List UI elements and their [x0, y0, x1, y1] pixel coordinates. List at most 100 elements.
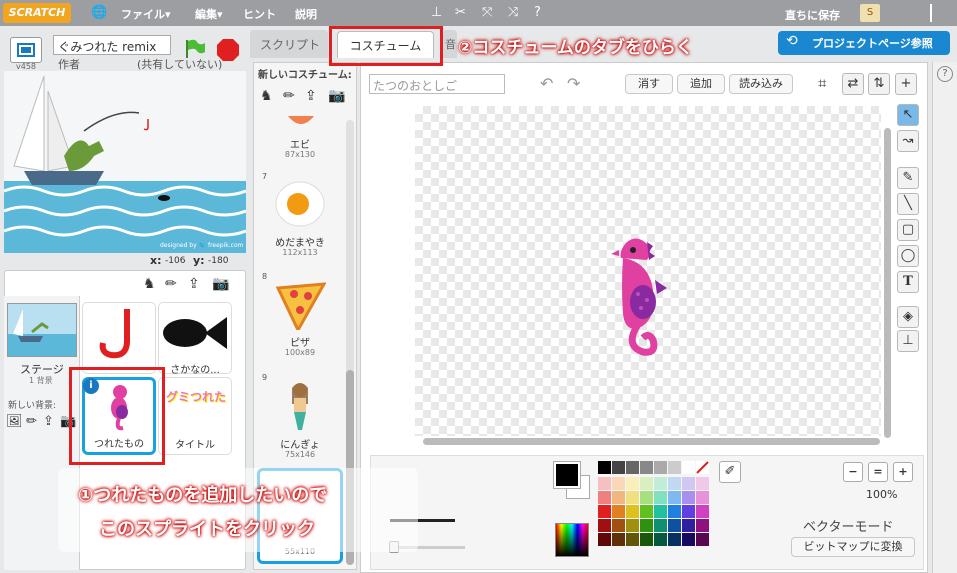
palette-swatch[interactable] — [682, 505, 695, 518]
palette-swatch[interactable] — [626, 461, 639, 474]
palette-swatch[interactable] — [654, 519, 667, 532]
zoom-reset-icon[interactable]: = — [868, 462, 888, 482]
palette-swatch[interactable] — [696, 505, 709, 518]
flip-vertical-icon[interactable]: ⇅ — [868, 73, 890, 95]
upload-costume-icon[interactable]: ⇪ — [305, 88, 317, 104]
palette-swatch[interactable] — [640, 519, 653, 532]
camera-costume-icon[interactable]: 📷 — [328, 88, 345, 104]
shrink-icon[interactable]: ⤨ — [508, 5, 518, 20]
paint-sprite-icon[interactable]: ✏ — [165, 276, 177, 292]
palette-swatch[interactable] — [626, 477, 639, 490]
project-title-input[interactable]: ぐみつれた remix — [53, 35, 171, 55]
stop-sign-icon[interactable] — [216, 38, 240, 62]
palette-swatch[interactable] — [654, 477, 667, 490]
palette-swatch[interactable] — [682, 461, 695, 474]
convert-to-bitmap-button[interactable]: ビットマップに変換 — [791, 537, 915, 557]
costume-item-pizza[interactable]: ピザ 100x89 — [260, 280, 340, 362]
costume-name-input[interactable]: たつのおとしご — [369, 74, 505, 94]
set-center-icon[interactable]: + — [895, 73, 917, 95]
costume-library-icon[interactable]: ♞ — [260, 88, 273, 104]
grow-icon[interactable]: ⤧ — [482, 5, 492, 20]
zoom-out-icon[interactable]: − — [843, 462, 863, 482]
sprite-tile-hook[interactable]: つり針 — [82, 302, 156, 375]
ellipse-tool-icon[interactable]: ◯ — [897, 245, 919, 267]
tips-help-icon[interactable]: ? — [937, 66, 953, 82]
select-tool-icon[interactable]: ↖ — [897, 104, 919, 126]
scratch-logo[interactable]: SCRATCH — [3, 3, 71, 23]
palette-swatch[interactable] — [696, 533, 709, 546]
palette-swatch[interactable] — [640, 491, 653, 504]
stamp-tool-icon[interactable]: ⊥ — [897, 330, 919, 352]
palette-swatch[interactable] — [668, 519, 681, 532]
flip-horizontal-icon[interactable]: ⇄ — [842, 73, 864, 95]
palette-swatch[interactable] — [626, 491, 639, 504]
paint-costume-icon[interactable]: ✏ — [283, 88, 295, 104]
fullscreen-button[interactable] — [10, 37, 42, 63]
palette-swatch[interactable] — [598, 519, 611, 532]
help-icon[interactable]: ? — [534, 5, 541, 20]
save-now-link[interactable]: 直ちに保存 — [785, 7, 840, 23]
stage-thumbnail[interactable] — [7, 303, 77, 357]
upload-sprite-icon[interactable]: ⇪ — [188, 276, 200, 292]
palette-swatch[interactable] — [696, 519, 709, 532]
costume-item-egg[interactable]: めだまやき 112x113 — [260, 180, 340, 262]
palette-swatch[interactable] — [668, 491, 681, 504]
clear-button[interactable]: 消す — [625, 74, 673, 94]
primary-color-swatch[interactable] — [553, 461, 581, 489]
choose-sprite-icon[interactable]: ♞ — [143, 276, 156, 292]
paint-canvas[interactable] — [415, 106, 881, 436]
import-button[interactable]: 読み込み — [729, 74, 793, 94]
canvas-hscrollbar[interactable] — [423, 438, 880, 445]
palette-swatch[interactable] — [640, 477, 653, 490]
palette-swatch[interactable] — [668, 461, 681, 474]
tab-sounds[interactable]: 音 — [443, 30, 457, 58]
tab-scripts[interactable]: スクリプト — [250, 30, 328, 58]
undo-icon[interactable]: ↶ — [540, 74, 553, 93]
palette-swatch[interactable] — [626, 533, 639, 546]
edit-menu[interactable]: 編集▾ — [195, 6, 223, 22]
sprite-tile-title[interactable]: グミつれた タイトル — [158, 377, 232, 455]
palette-swatch[interactable] — [612, 461, 625, 474]
stage-canvas[interactable]: designed by 🐦 freepik.com — [4, 71, 246, 253]
sprite-tile-fish[interactable]: さかなの... — [158, 302, 232, 376]
palette-swatch[interactable] — [682, 477, 695, 490]
hint-menu[interactable]: ヒント — [243, 6, 276, 22]
account-avatar[interactable]: S — [860, 4, 880, 22]
palette-swatch[interactable] — [640, 505, 653, 518]
costume-item-shrimp[interactable]: エビ 87x130 — [260, 112, 340, 164]
text-tool-icon[interactable]: T — [897, 271, 919, 293]
palette-swatch[interactable] — [654, 533, 667, 546]
palette-swatch[interactable] — [598, 505, 611, 518]
file-menu[interactable]: ファイル▾ — [121, 6, 171, 22]
crop-icon[interactable]: ⌗ — [818, 74, 826, 92]
green-flag-icon[interactable] — [183, 38, 207, 60]
eyedropper-icon[interactable]: ✐ — [719, 461, 741, 483]
palette-swatch[interactable] — [612, 505, 625, 518]
line-tool-icon[interactable]: ╲ — [897, 193, 919, 215]
backdrop-library-icon[interactable]: 🖼 — [6, 414, 23, 429]
palette-swatch[interactable] — [696, 491, 709, 504]
canvas-vscrollbar[interactable] — [884, 128, 891, 438]
palette-swatch[interactable] — [654, 491, 667, 504]
see-project-page-button[interactable]: プロジェクトページ参照 — [778, 31, 950, 55]
palette-swatch[interactable] — [612, 477, 625, 490]
zoom-in-icon[interactable]: + — [893, 462, 913, 482]
duplicate-stamp-icon[interactable]: ⊥ — [431, 5, 442, 20]
color-spectrum-picker[interactable] — [555, 523, 589, 557]
about-menu[interactable]: 説明 — [295, 6, 317, 22]
palette-swatch[interactable] — [682, 519, 695, 532]
redo-icon[interactable]: ↷ — [567, 74, 580, 93]
pencil-tool-icon[interactable]: ✎ — [897, 167, 919, 189]
reshape-tool-icon[interactable]: ↝ — [897, 130, 919, 152]
palette-swatch[interactable] — [668, 505, 681, 518]
globe-icon[interactable]: 🌐 — [91, 5, 107, 20]
palette-swatch[interactable] — [626, 505, 639, 518]
palette-swatch[interactable] — [668, 533, 681, 546]
camera-sprite-icon[interactable]: 📷 — [212, 276, 229, 292]
paint-backdrop-icon[interactable]: ✏ — [26, 414, 37, 429]
fill-tool-icon[interactable]: ◈ — [897, 306, 919, 328]
palette-swatch[interactable] — [612, 491, 625, 504]
palette-swatch[interactable] — [612, 533, 625, 546]
palette-swatch[interactable] — [696, 477, 709, 490]
palette-swatch[interactable] — [598, 461, 611, 474]
